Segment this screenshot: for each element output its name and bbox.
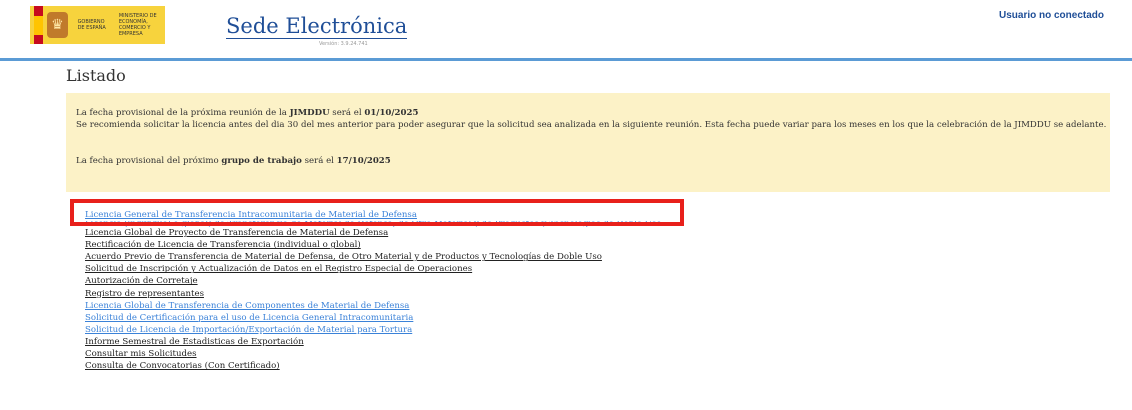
procedure-link[interactable]: Licencia Global de Proyecto de Transfere… xyxy=(85,227,662,239)
logo-ministry-text: MINISTERIO DE ECONOMÍA, COMERCIO Y EMPRE… xyxy=(118,13,157,37)
logo-government-text: GOBIERNO DE ESPAÑA xyxy=(77,19,106,31)
header-divider xyxy=(0,58,1132,61)
site-title-link[interactable]: Sede Electrónica xyxy=(226,14,408,39)
procedure-link[interactable]: Registro de representantes xyxy=(85,288,662,300)
spain-flag-icon xyxy=(34,6,44,44)
page-title: Listado xyxy=(66,66,126,85)
procedure-link[interactable]: Consulta de Convocatorias (Con Certifica… xyxy=(85,360,662,372)
procedure-link[interactable]: Solicitud de Licencia de Importación/Exp… xyxy=(85,324,662,336)
procedure-link[interactable]: Rectificación de Licencia de Transferenc… xyxy=(85,239,662,251)
coat-of-arms-icon: ♛ xyxy=(47,12,68,38)
procedure-link[interactable]: Acuerdo Previo de Transferencia de Mater… xyxy=(85,251,662,263)
header: ♛ GOBIERNO DE ESPAÑA MINISTERIO DE ECONO… xyxy=(0,0,1132,58)
notice-box: La fecha provisional de la próxima reuni… xyxy=(66,93,1110,192)
procedure-link[interactable]: Solicitud de Certificación para el uso d… xyxy=(85,312,662,324)
procedure-list: Licencia General de Transferencia Intrac… xyxy=(85,209,662,372)
version-label: Versión: 3.9.24.741 xyxy=(319,41,368,47)
notice-meeting-line: La fecha provisional de la próxima reuni… xyxy=(76,108,419,118)
procedure-link[interactable]: Autorización de Corretaje xyxy=(85,275,662,287)
highlight-box xyxy=(70,199,684,226)
notice-workgroup-line: La fecha provisional del próximo grupo d… xyxy=(76,156,391,166)
government-logo[interactable]: ♛ GOBIERNO DE ESPAÑA MINISTERIO DE ECONO… xyxy=(30,6,165,44)
notice-recommendation-line: Se recomienda solicitar la licencia ante… xyxy=(76,120,1107,130)
procedure-link[interactable]: Licencia Global de Transferencia de Comp… xyxy=(85,300,662,312)
procedure-link[interactable]: Consultar mis Solicitudes xyxy=(85,348,662,360)
procedure-link[interactable]: Solicitud de Inscripción y Actualización… xyxy=(85,263,662,275)
procedure-link[interactable]: Informe Semestral de Estadisticas de Exp… xyxy=(85,336,662,348)
user-status: Usuario no conectado xyxy=(998,10,1104,21)
